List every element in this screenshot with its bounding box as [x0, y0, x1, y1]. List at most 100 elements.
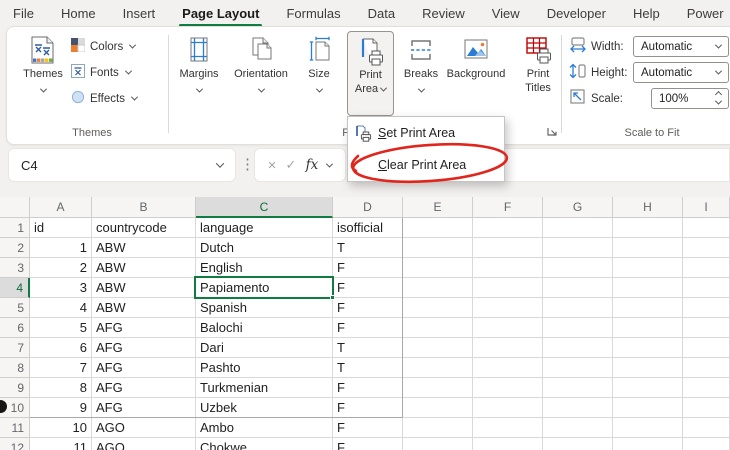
grid-cell[interactable]: Turkmenian [196, 378, 333, 398]
grid-cell[interactable]: ABW [92, 258, 196, 278]
column-header-D[interactable]: D [333, 197, 403, 218]
grid-cell[interactable] [613, 238, 683, 258]
grid-cell[interactable] [473, 378, 543, 398]
name-box[interactable]: C4 [8, 148, 236, 182]
grid-cell[interactable] [683, 378, 730, 398]
grid-cell[interactable] [403, 358, 473, 378]
colors-button[interactable]: Colors [71, 38, 135, 55]
grid-cell[interactable]: F [333, 298, 403, 318]
grid-cell[interactable] [403, 278, 473, 298]
grid-cell[interactable]: F [333, 378, 403, 398]
fill-handle[interactable] [330, 295, 335, 300]
grid-cell[interactable] [543, 358, 613, 378]
tab-insert[interactable]: Insert [123, 6, 156, 21]
grid-cell[interactable] [683, 318, 730, 338]
grid-cell[interactable] [403, 218, 473, 238]
column-header-C[interactable]: C [196, 197, 333, 218]
grid-cell[interactable] [613, 358, 683, 378]
print-area-button[interactable]: Print Area [347, 31, 394, 116]
size-button[interactable]: Size [296, 30, 342, 116]
cancel-icon[interactable]: × [268, 157, 277, 174]
grid-cell[interactable] [403, 438, 473, 450]
grid-cell[interactable]: English [196, 258, 333, 278]
breaks-button[interactable]: Breaks [398, 30, 444, 116]
grid-cell[interactable]: Pashto [196, 358, 333, 378]
grid-cell[interactable] [403, 398, 473, 418]
grid-cell[interactable] [613, 258, 683, 278]
grid-cell[interactable]: 3 [30, 278, 92, 298]
grid-cell[interactable] [473, 318, 543, 338]
grid-cell[interactable] [473, 238, 543, 258]
grid-cell[interactable] [683, 298, 730, 318]
tab-review[interactable]: Review [422, 6, 465, 21]
grid-cell[interactable]: AGO [92, 438, 196, 450]
grid-cell[interactable] [683, 338, 730, 358]
grid-cell[interactable]: AGO [92, 418, 196, 438]
grid-cell[interactable] [473, 338, 543, 358]
grid-cell[interactable]: 5 [30, 318, 92, 338]
row-header-2[interactable]: 2 [0, 238, 30, 258]
grid-cell[interactable]: Balochi [196, 318, 333, 338]
column-header-G[interactable]: G [543, 197, 613, 218]
grid-cell[interactable]: F [333, 318, 403, 338]
grid-cell[interactable] [683, 238, 730, 258]
margins-button[interactable]: Margins [174, 30, 224, 116]
grid-cell[interactable]: isofficial [333, 218, 403, 238]
grid-cell[interactable] [683, 418, 730, 438]
column-header-H[interactable]: H [613, 197, 683, 218]
grid-cell[interactable]: F [333, 258, 403, 278]
grid-cell[interactable]: Uzbek [196, 398, 333, 418]
grid-cell[interactable] [683, 398, 730, 418]
grid-cell[interactable] [543, 338, 613, 358]
tab-view[interactable]: View [492, 6, 520, 21]
grid-cell[interactable] [403, 338, 473, 358]
row-header-8[interactable]: 8 [0, 358, 30, 378]
tab-help[interactable]: Help [633, 6, 660, 21]
grid-cell[interactable] [613, 218, 683, 238]
effects-button[interactable]: Effects [71, 90, 137, 107]
grid-cell[interactable] [543, 218, 613, 238]
grid-cell[interactable]: 11 [30, 438, 92, 450]
grid-cell[interactable] [613, 418, 683, 438]
grid-cell[interactable] [613, 318, 683, 338]
grid-cell[interactable]: Spanish [196, 298, 333, 318]
tab-page-layout[interactable]: Page Layout [182, 6, 259, 21]
row-header-7[interactable]: 7 [0, 338, 30, 358]
grid-cell[interactable] [403, 318, 473, 338]
grid-cell[interactable]: T [333, 338, 403, 358]
grid-cell[interactable] [613, 378, 683, 398]
grid-cell[interactable] [473, 258, 543, 278]
column-header-B[interactable]: B [92, 197, 196, 218]
grid-cell[interactable] [543, 278, 613, 298]
grid-cell[interactable] [403, 238, 473, 258]
grid-cell[interactable] [613, 438, 683, 450]
row-header-9[interactable]: 9 [0, 378, 30, 398]
grid-cell[interactable] [403, 378, 473, 398]
column-header-F[interactable]: F [473, 197, 543, 218]
tab-developer[interactable]: Developer [547, 6, 606, 21]
grid-cell[interactable]: AFG [92, 338, 196, 358]
grid-cell[interactable]: Chokwe [196, 438, 333, 450]
enter-icon[interactable]: ✓ [286, 157, 297, 173]
column-header-A[interactable]: A [30, 197, 92, 218]
grid-cell[interactable] [473, 418, 543, 438]
row-header-11[interactable]: 11 [0, 418, 30, 438]
column-header-I[interactable]: I [683, 197, 730, 218]
grid-cell[interactable] [683, 258, 730, 278]
grid-cell[interactable]: F [333, 418, 403, 438]
row-header-3[interactable]: 3 [0, 258, 30, 278]
grid-cell[interactable] [473, 398, 543, 418]
grid-cell[interactable] [543, 238, 613, 258]
height-dropdown[interactable]: Automatic [633, 62, 729, 83]
orientation-button[interactable]: Orientation [230, 30, 292, 116]
menu-item-set-print-area[interactable]: Set Print Area [348, 117, 504, 149]
grid-cell[interactable]: 1 [30, 238, 92, 258]
grid-cell[interactable]: 10 [30, 418, 92, 438]
grid-cell[interactable] [613, 298, 683, 318]
grid-cell[interactable]: 7 [30, 358, 92, 378]
grid-cell[interactable]: countrycode [92, 218, 196, 238]
tab-file[interactable]: File [13, 6, 34, 21]
grid-cell[interactable]: Ambo [196, 418, 333, 438]
row-header-1[interactable]: 1 [0, 218, 30, 238]
grid-cell[interactable] [613, 278, 683, 298]
